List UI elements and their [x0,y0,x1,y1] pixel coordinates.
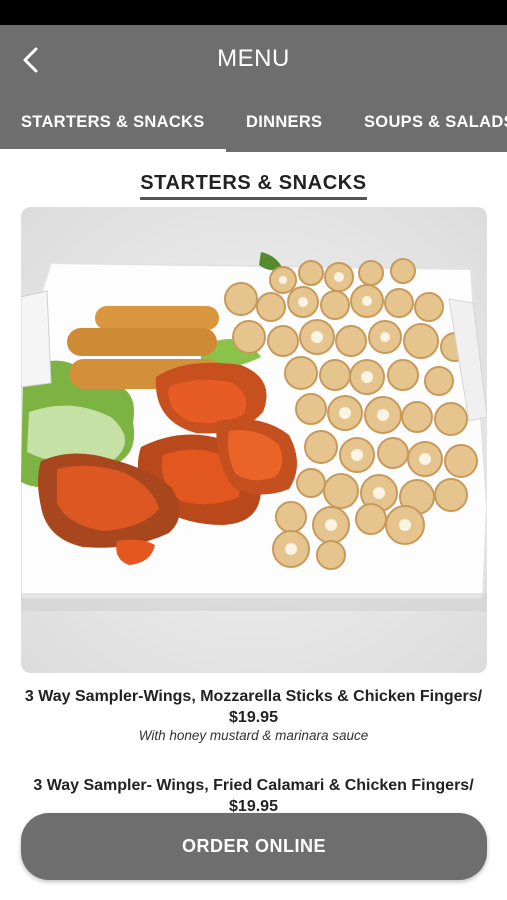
order-online-button[interactable]: ORDER ONLINE [21,813,487,880]
menu-item-title: 3 Way Sampler-Wings, Mozzarella Sticks &… [24,688,483,726]
active-tab-indicator [0,149,226,152]
page-title: MENU [217,45,290,72]
status-bar [0,0,507,25]
food-photo [21,207,487,673]
section-heading: STARTERS & SNACKS [0,172,507,200]
category-tabs: STARTERS & SNACKS DINNERS SOUPS & SALADS [0,110,507,152]
tab-dinners[interactable]: DINNERS [246,110,322,152]
tab-soups-salads[interactable]: SOUPS & SALADS [364,110,507,152]
app-header: MENU STARTERS & SNACKS DINNERS SOUPS & S… [0,25,507,152]
menu-item-title: 3 Way Sampler- Wings, Fried Calamari & C… [33,777,474,815]
section-title: STARTERS & SNACKS [140,172,367,200]
tab-starters-snacks[interactable]: STARTERS & SNACKS [21,110,205,152]
menu-item-description: With honey mustard & marinara sauce [138,728,369,743]
